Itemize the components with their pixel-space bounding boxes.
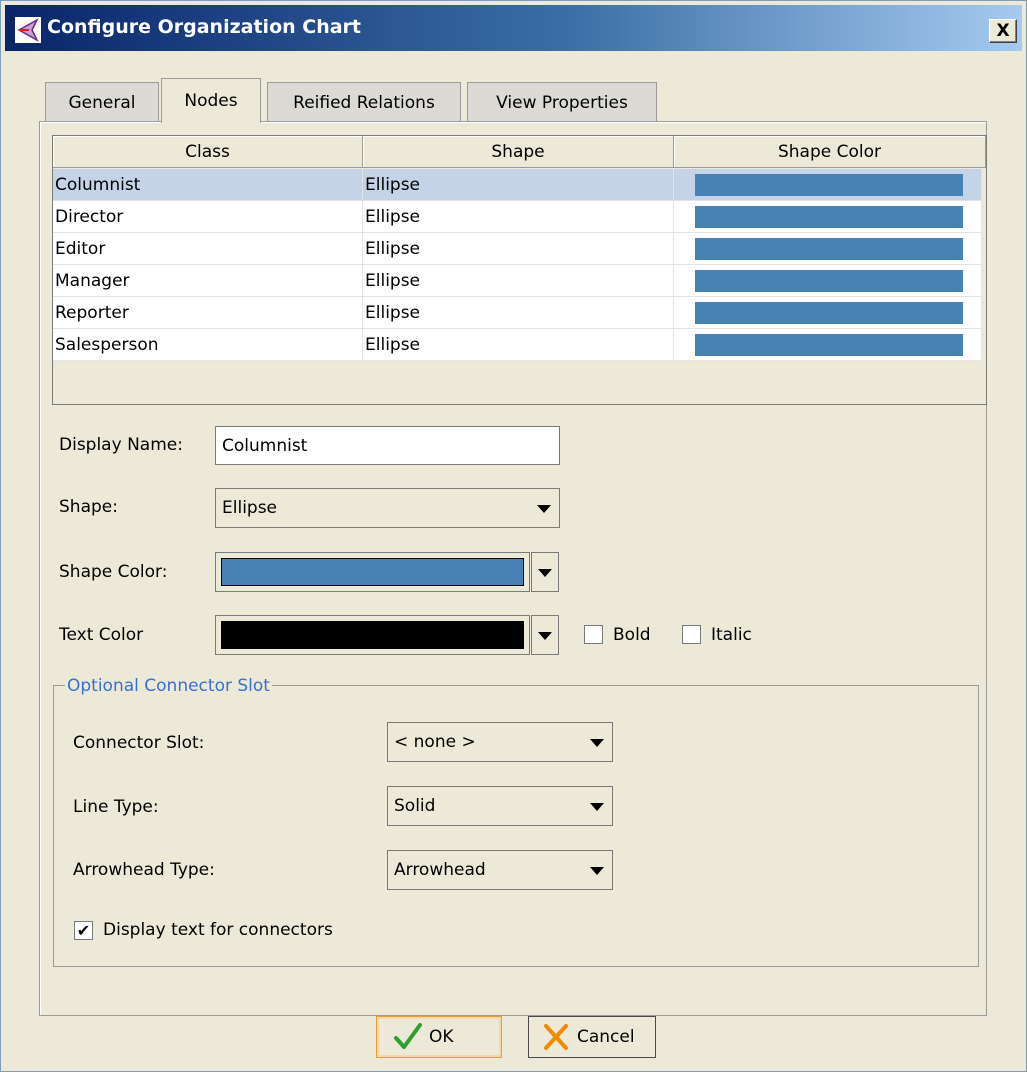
chevron-down-icon — [538, 569, 552, 577]
display-text-label: Display text for connectors — [103, 920, 333, 940]
tab-label: View Properties — [496, 92, 628, 113]
display-name-field[interactable]: Columnist — [215, 426, 560, 465]
shape-color-cell — [674, 297, 982, 328]
chevron-down-icon — [537, 505, 551, 513]
class-cell: Reporter — [53, 297, 363, 328]
display-name-label: Display Name: — [59, 435, 183, 455]
shape-color-label: Shape Color: — [59, 562, 168, 582]
arrowhead-type-label: Arrowhead Type: — [73, 860, 215, 880]
tab-nodes[interactable]: Nodes — [161, 78, 261, 123]
close-button[interactable]: X — [989, 19, 1017, 43]
table-row[interactable]: Reporter Ellipse — [53, 297, 982, 329]
shape-cell: Ellipse — [363, 233, 674, 264]
configure-org-chart-dialog: Configure Organization Chart X General N… — [0, 0, 1027, 1072]
tab-reified-relations[interactable]: Reified Relations — [267, 82, 461, 122]
class-cell: Director — [53, 201, 363, 232]
checkmark-icon — [394, 1023, 422, 1049]
shape-color-dropdown-button[interactable] — [531, 552, 559, 592]
text-color-picker[interactable] — [215, 615, 560, 655]
line-type-dropdown[interactable]: Solid — [387, 786, 613, 826]
shape-color-cell — [674, 265, 982, 296]
shape-color-cell — [674, 201, 982, 232]
column-header-class[interactable]: Class — [53, 136, 363, 168]
table-header: Class Shape Shape Color — [53, 136, 986, 168]
display-text-checkbox[interactable]: ✔ — [74, 921, 93, 940]
shape-cell: Ellipse — [363, 297, 674, 328]
table-row[interactable]: Manager Ellipse — [53, 265, 982, 297]
shape-color-preview — [221, 558, 524, 586]
color-swatch — [694, 173, 963, 196]
tab-label: General — [68, 92, 136, 113]
org-chart-icon — [15, 17, 41, 43]
text-color-field[interactable] — [215, 615, 530, 655]
class-cell: Manager — [53, 265, 363, 296]
shape-color-cell — [674, 329, 982, 360]
bold-checkbox[interactable] — [584, 625, 603, 644]
title-bar[interactable]: Configure Organization Chart X — [5, 5, 1022, 51]
table-body: Columnist Ellipse Director Ellipse Edito… — [53, 169, 982, 361]
table-row[interactable]: Salesperson Ellipse — [53, 329, 982, 361]
color-swatch — [694, 301, 963, 324]
shape-color-cell — [674, 233, 982, 264]
column-header-shape-color[interactable]: Shape Color — [674, 136, 986, 168]
class-cell: Editor — [53, 233, 363, 264]
tab-view-properties[interactable]: View Properties — [467, 82, 657, 122]
shape-color-cell — [674, 169, 982, 200]
connector-group-title: Optional Connector Slot — [65, 676, 272, 696]
arrowhead-type-dropdown[interactable]: Arrowhead — [387, 850, 613, 890]
shape-dropdown[interactable]: Ellipse — [215, 488, 560, 528]
column-header-shape[interactable]: Shape — [363, 136, 674, 168]
class-cell: Salesperson — [53, 329, 363, 360]
bold-label: Bold — [613, 625, 651, 645]
ok-button[interactable]: OK — [376, 1016, 502, 1058]
chevron-down-icon — [538, 632, 552, 640]
window-title: Configure Organization Chart — [47, 16, 362, 38]
shape-cell: Ellipse — [363, 329, 674, 360]
connector-slot-value: < none > — [394, 732, 476, 752]
color-swatch — [694, 205, 963, 228]
table-row[interactable]: Editor Ellipse — [53, 233, 982, 265]
line-type-label: Line Type: — [73, 797, 159, 817]
text-color-label: Text Color — [59, 625, 144, 645]
table-row[interactable]: Director Ellipse — [53, 201, 982, 233]
shape-color-field[interactable] — [215, 552, 530, 592]
italic-label: Italic — [711, 625, 752, 645]
chevron-down-icon — [590, 739, 604, 747]
x-icon — [544, 1024, 568, 1050]
text-color-preview — [221, 621, 524, 649]
color-swatch — [694, 237, 963, 260]
checkmark-icon: ✔ — [76, 920, 91, 940]
class-table[interactable]: Class Shape Shape Color Columnist Ellips… — [52, 135, 987, 405]
tab-general[interactable]: General — [45, 82, 159, 122]
cancel-button[interactable]: Cancel — [528, 1016, 656, 1058]
shape-label: Shape: — [59, 497, 118, 517]
table-row[interactable]: Columnist Ellipse — [53, 169, 982, 201]
shape-color-picker[interactable] — [215, 552, 560, 592]
connector-slot-dropdown[interactable]: < none > — [387, 722, 613, 762]
color-swatch — [694, 269, 963, 292]
shape-dropdown-value: Ellipse — [222, 498, 278, 518]
chevron-down-icon — [590, 867, 604, 875]
shape-cell: Ellipse — [363, 169, 674, 200]
shape-cell: Ellipse — [363, 265, 674, 296]
connector-slot-label: Connector Slot: — [73, 733, 205, 753]
tab-label: Nodes — [184, 91, 238, 111]
text-color-dropdown-button[interactable] — [531, 615, 559, 655]
shape-cell: Ellipse — [363, 201, 674, 232]
cancel-label: Cancel — [577, 1027, 635, 1047]
ok-label: OK — [429, 1027, 454, 1047]
class-cell: Columnist — [53, 169, 363, 200]
italic-checkbox[interactable] — [682, 625, 701, 644]
chevron-down-icon — [590, 803, 604, 811]
tab-label: Reified Relations — [293, 92, 435, 113]
line-type-value: Solid — [394, 796, 436, 816]
arrowhead-type-value: Arrowhead — [394, 860, 486, 880]
color-swatch — [694, 333, 963, 356]
